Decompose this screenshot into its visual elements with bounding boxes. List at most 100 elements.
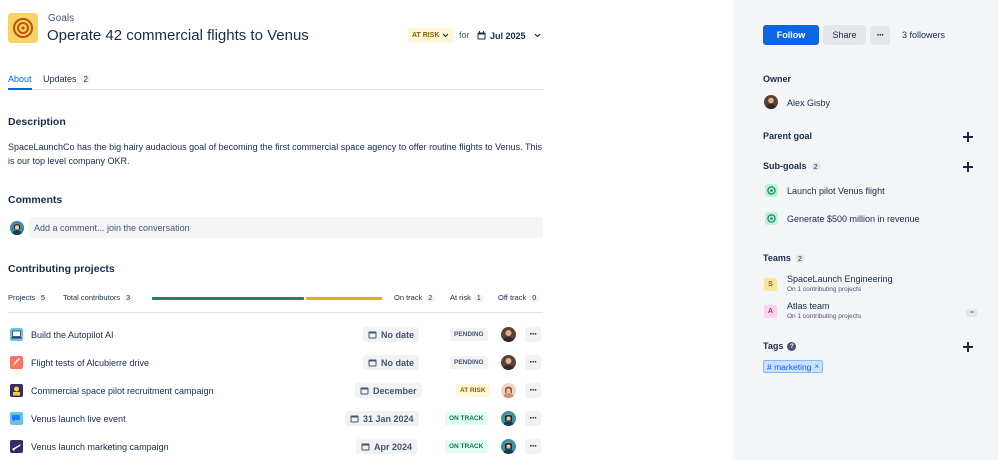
team-subtitle: On 1 contributing projects: [787, 313, 862, 320]
more-actions-button[interactable]: ···: [870, 26, 890, 45]
more-actions-button[interactable]: ···: [525, 355, 541, 370]
goal-target-icon: [765, 184, 778, 197]
calendar-icon: [350, 415, 359, 423]
contributing-projects-heading: Contributing projects: [8, 263, 115, 275]
status-badge: AT RISK: [456, 384, 490, 397]
share-button[interactable]: Share: [823, 25, 866, 45]
chevron-down-icon: [443, 33, 449, 38]
off-track-stat[interactable]: Off track 0: [498, 293, 540, 302]
avatar: [10, 221, 24, 235]
main-content: Goals Operate 42 commercial flights to V…: [0, 0, 733, 460]
project-name: Flight tests of Alcubierre drive: [31, 358, 150, 368]
project-date[interactable]: 31 Jan 2024: [345, 411, 419, 426]
table-row[interactable]: Venus launch marketing campaign Apr 2024…: [8, 437, 543, 457]
at-risk-label: At risk: [450, 293, 471, 302]
for-label: for: [459, 30, 470, 40]
status-dropdown[interactable]: AT RISK: [408, 28, 454, 43]
project-name: Build the Autopilot AI: [31, 330, 114, 340]
project-name: Commercial space pilot recruitment campa…: [31, 386, 214, 396]
project-date-label: 31 Jan 2024: [363, 413, 414, 424]
goal-target-icon: [765, 212, 778, 225]
remove-tag-icon[interactable]: ×: [814, 362, 819, 371]
goal-target-icon: [8, 13, 38, 43]
tag-label: # marketing: [767, 361, 812, 372]
add-parent-goal-icon[interactable]: [963, 132, 973, 142]
more-actions-button[interactable]: ···: [525, 411, 541, 426]
pilot-icon: [10, 384, 23, 397]
follow-button[interactable]: Follow: [763, 25, 819, 45]
chevron-down-icon: [534, 33, 540, 38]
sub-goals-heading: Sub-goals 2: [763, 161, 821, 171]
avatar: [501, 439, 516, 454]
page-title[interactable]: Operate 42 commercial flights to Venus: [47, 27, 309, 44]
project-date-label: December: [373, 385, 417, 396]
status-badge: ON TRACK: [445, 440, 488, 453]
more-actions-button[interactable]: ···: [525, 327, 541, 342]
sub-goals-label: Sub-goals: [763, 161, 807, 171]
more-actions-button[interactable]: ···: [525, 383, 541, 398]
team-name: SpaceLaunch Engineering: [787, 274, 893, 284]
owner-heading: Owner: [763, 74, 792, 84]
status-label: AT RISK: [412, 32, 440, 39]
team-item[interactable]: A Atlas team On 1 contributing projects …: [763, 301, 983, 323]
rocket-icon: [10, 356, 23, 369]
more-actions-button[interactable]: ···: [966, 309, 977, 317]
project-date[interactable]: Apr 2024: [356, 439, 418, 454]
sub-goal-name: Launch pilot Venus flight: [787, 186, 885, 196]
avatar: [501, 355, 516, 370]
tag-chip[interactable]: # marketing ×: [763, 360, 824, 373]
parent-goal-heading: Parent goal: [763, 131, 813, 141]
comment-input[interactable]: Add a comment... join the conversation: [29, 217, 543, 238]
table-row[interactable]: Build the Autopilot AI No date PENDING ·…: [8, 325, 543, 345]
table-row[interactable]: Flight tests of Alcubierre drive No date…: [8, 353, 543, 373]
off-track-count: 0: [529, 295, 540, 302]
off-track-label: Off track: [498, 293, 527, 302]
followers-count[interactable]: 3 followers: [902, 30, 945, 40]
projects-stat: Projects 5: [8, 293, 48, 302]
projects-label: Projects: [8, 293, 36, 302]
calendar-icon: [360, 387, 369, 395]
avatar: [501, 411, 516, 426]
calendar-icon: [477, 31, 486, 40]
teams-heading: Teams 2: [763, 253, 806, 263]
project-date-label: No date: [381, 357, 415, 368]
on-track-stat[interactable]: On track 2: [394, 293, 436, 302]
target-date-label: Jul 2025: [490, 30, 526, 41]
calendar-icon: [368, 331, 377, 339]
sub-goal-name: Generate $500 million in revenue: [787, 214, 920, 224]
comments-heading: Comments: [8, 194, 63, 206]
target-date-dropdown[interactable]: Jul 2025: [473, 28, 545, 43]
add-sub-goal-icon[interactable]: [963, 162, 973, 172]
tab-updates[interactable]: Updates 2: [43, 74, 91, 90]
project-date[interactable]: December: [355, 383, 422, 398]
plane-icon: [10, 440, 23, 453]
project-date[interactable]: No date: [363, 355, 420, 370]
at-risk-progress: [306, 297, 382, 300]
at-risk-stat[interactable]: At risk 1: [450, 293, 484, 302]
breadcrumb[interactable]: Goals: [48, 13, 74, 24]
on-track-progress: [152, 297, 304, 300]
tab-updates-label: Updates: [43, 74, 77, 84]
avatar: [501, 383, 516, 398]
tab-about[interactable]: About: [8, 74, 32, 90]
avatar: [764, 95, 778, 109]
tab-about-label: About: [8, 74, 32, 84]
help-icon[interactable]: ?: [787, 341, 797, 351]
description-text[interactable]: SpaceLaunchCo has the big hairy audaciou…: [8, 140, 548, 168]
project-date[interactable]: No date: [363, 327, 420, 342]
calendar-icon: [368, 359, 377, 367]
contributors-count: 3: [123, 295, 134, 302]
tab-updates-count: 2: [80, 75, 91, 84]
project-date-label: No date: [381, 329, 415, 340]
team-avatar: A: [764, 305, 777, 318]
owner-name[interactable]: Alex Gisby: [787, 98, 830, 108]
contributors-stat: Total contributors 3: [63, 293, 134, 302]
avatar: [501, 327, 516, 342]
laptop-icon: [10, 328, 23, 341]
add-tag-icon[interactable]: [963, 342, 973, 352]
table-row[interactable]: Commercial space pilot recruitment campa…: [8, 381, 543, 401]
description-heading: Description: [8, 116, 66, 128]
more-actions-button[interactable]: ···: [525, 439, 541, 454]
team-item[interactable]: S SpaceLaunch Engineering On 1 contribut…: [763, 274, 983, 296]
table-row[interactable]: Venus launch live event 31 Jan 2024 ON T…: [8, 409, 543, 429]
